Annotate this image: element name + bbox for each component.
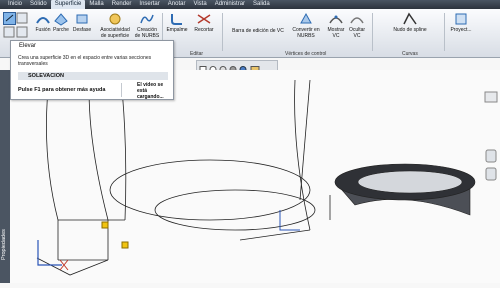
show-cv-icon <box>329 15 343 24</box>
ocultar-vc-label: Ocultar VC <box>348 27 366 39</box>
tab-vista[interactable]: Vista <box>189 0 210 9</box>
panel-label-curvas: Curvas <box>402 51 418 57</box>
tooltip-video-status: El vídeo se está cargando... <box>137 82 164 100</box>
empalme-label: Empalme <box>166 27 188 33</box>
tooltip-help: Pulse F1 para obtener más ayuda <box>18 87 106 93</box>
barra-vc-label: Barra de edición de VC <box>232 28 284 34</box>
empalme-button[interactable]: Empalme <box>164 11 190 34</box>
ocultar-vc-button[interactable]: Ocultar VC <box>347 11 367 39</box>
blend-icon <box>36 17 50 24</box>
desfase-label: Desfase <box>72 27 92 33</box>
convert-nurbs-icon <box>300 12 312 24</box>
project-icon <box>455 13 467 25</box>
creacion-nurbs-label: Creación de NURBS <box>134 27 160 39</box>
command-tooltip: Elevar Crea una superficie 3D en el espa… <box>10 40 174 100</box>
patch-icon <box>54 13 68 26</box>
properties-label: Propiedades <box>1 229 7 260</box>
parche-label: Parche <box>53 27 69 33</box>
ribbon-separator <box>372 13 373 51</box>
barra-vc-button[interactable]: Barra de edición de VC <box>226 28 290 35</box>
tab-malla[interactable]: Malla <box>85 0 107 9</box>
convertir-nurbs-label: Convertir en NURBS <box>292 27 320 39</box>
ribbon-separator <box>444 13 445 51</box>
tab-salida[interactable]: Salida <box>249 0 274 9</box>
nurbs-creation-icon <box>140 14 154 24</box>
desfase-button[interactable]: Desfase <box>70 11 94 34</box>
tab-administrar[interactable]: Administrar <box>211 0 249 9</box>
nudo-spline-label: Nudo de spline <box>393 27 427 33</box>
tooltip-divider <box>121 83 122 97</box>
fillet-icon <box>171 14 182 25</box>
ribbon-tab-bar: Inicio Sólido Superficie Malla Render In… <box>0 0 500 9</box>
drawing-viewport[interactable] <box>10 69 500 283</box>
tab-render[interactable]: Render <box>108 0 136 9</box>
tab-anotar[interactable]: Anotar <box>164 0 190 9</box>
proyectar-label: Proyect... <box>450 27 472 33</box>
loft-icon[interactable] <box>3 12 29 42</box>
parche-button[interactable]: Parche <box>52 11 70 34</box>
panel-label-vertices: Vértices de control <box>285 51 327 57</box>
ribbon-separator <box>222 13 223 51</box>
properties-palette[interactable]: Propiedades <box>0 70 10 283</box>
spline-knot-icon <box>403 12 417 25</box>
trim-icon <box>197 14 211 24</box>
mostrar-vc-label: Mostrar VC <box>327 27 345 39</box>
fusion-label: Fusión <box>35 27 51 33</box>
asociatividad-button[interactable]: Asociatividad de superficie <box>98 11 132 39</box>
tab-solido[interactable]: Sólido <box>26 0 51 9</box>
proyectar-button[interactable]: Proyect... <box>448 11 474 34</box>
associativity-icon <box>109 13 121 25</box>
tooltip-title: Elevar <box>19 43 37 49</box>
recortar-label: Recortar <box>194 27 214 33</box>
tab-superficie[interactable]: Superficie <box>50 0 86 9</box>
tooltip-description: Crea una superficie 3D en el espacio ent… <box>18 55 152 67</box>
nudo-spline-button[interactable]: Nudo de spline <box>386 11 434 34</box>
panel-label-editar: Editar <box>190 51 204 57</box>
tab-insertar[interactable]: Insertar <box>135 0 163 9</box>
tooltip-command: SOLEVACION <box>18 72 168 80</box>
convertir-nurbs-button[interactable]: Convertir en NURBS <box>292 11 320 39</box>
tab-inicio[interactable]: Inicio <box>4 0 26 9</box>
offset-icon <box>76 14 88 24</box>
mostrar-vc-button[interactable]: Mostrar VC <box>326 11 346 39</box>
hide-cv-icon <box>350 17 364 24</box>
3d-drawing <box>36 69 476 276</box>
creacion-nurbs-button[interactable]: Creación de NURBS <box>134 11 160 39</box>
viewcube-icon <box>484 91 498 181</box>
tooltip-command-label: SOLEVACION <box>28 73 64 79</box>
asociatividad-label: Asociatividad de superficie <box>100 27 130 39</box>
recortar-button[interactable]: Recortar <box>192 11 216 34</box>
navigation-bar[interactable] <box>484 90 498 190</box>
fusion-button[interactable]: Fusión <box>34 11 52 34</box>
